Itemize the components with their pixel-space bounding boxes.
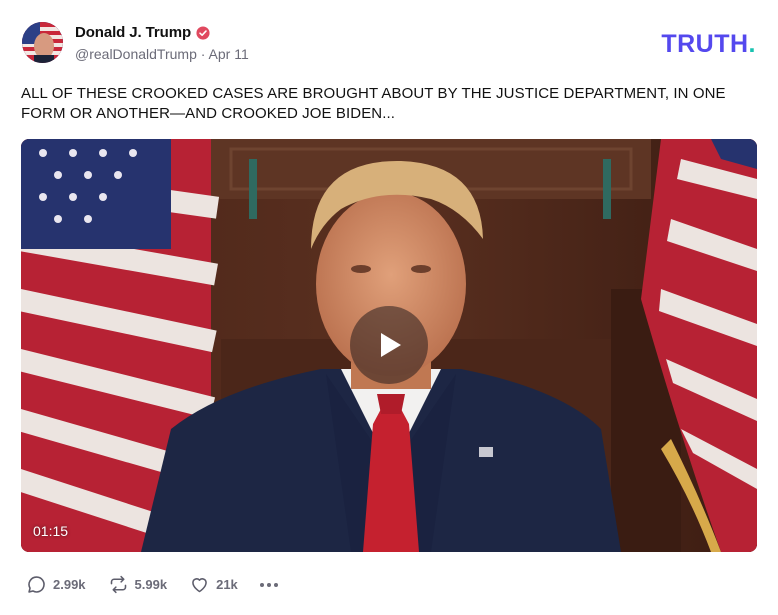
reply-count: 2.99k xyxy=(53,577,86,592)
post-actions: 2.99k 5.99k 21k xyxy=(26,574,278,595)
retruth-button[interactable]: 5.99k xyxy=(108,574,168,595)
author-display-name[interactable]: Donald J. Trump xyxy=(75,24,191,41)
video-player[interactable]: 01:15 xyxy=(21,139,757,552)
repost-icon xyxy=(110,575,126,594)
avatar-image xyxy=(22,22,63,63)
post-date[interactable]: Apr 11 xyxy=(209,46,249,62)
like-count: 21k xyxy=(216,577,238,592)
heart-icon xyxy=(192,578,207,593)
logo-dot: . xyxy=(748,30,756,58)
comment-icon xyxy=(28,576,45,593)
author-name-row: Donald J. Trump xyxy=(75,24,210,41)
play-button[interactable] xyxy=(350,306,428,384)
video-duration: 01:15 xyxy=(33,523,69,539)
meta-separator: · xyxy=(200,46,206,62)
more-options-button[interactable] xyxy=(259,577,278,593)
post-text: ALL OF THESE CROOKED CASES ARE BROUGHT A… xyxy=(21,85,726,122)
author-handle[interactable]: @realDonaldTrump xyxy=(75,46,197,62)
play-icon xyxy=(381,333,401,357)
retruth-count: 5.99k xyxy=(134,577,168,592)
avatar[interactable] xyxy=(22,22,63,63)
reply-button[interactable]: 2.99k xyxy=(26,574,86,595)
truth-logo[interactable]: TRUTH. xyxy=(661,30,756,59)
more-dots-icon xyxy=(259,582,278,587)
logo-text: TRUTH xyxy=(661,30,749,58)
verified-badge-icon xyxy=(196,25,210,40)
like-button[interactable]: 21k xyxy=(189,574,238,595)
author-meta: @realDonaldTrump · Apr 11 xyxy=(75,46,249,62)
